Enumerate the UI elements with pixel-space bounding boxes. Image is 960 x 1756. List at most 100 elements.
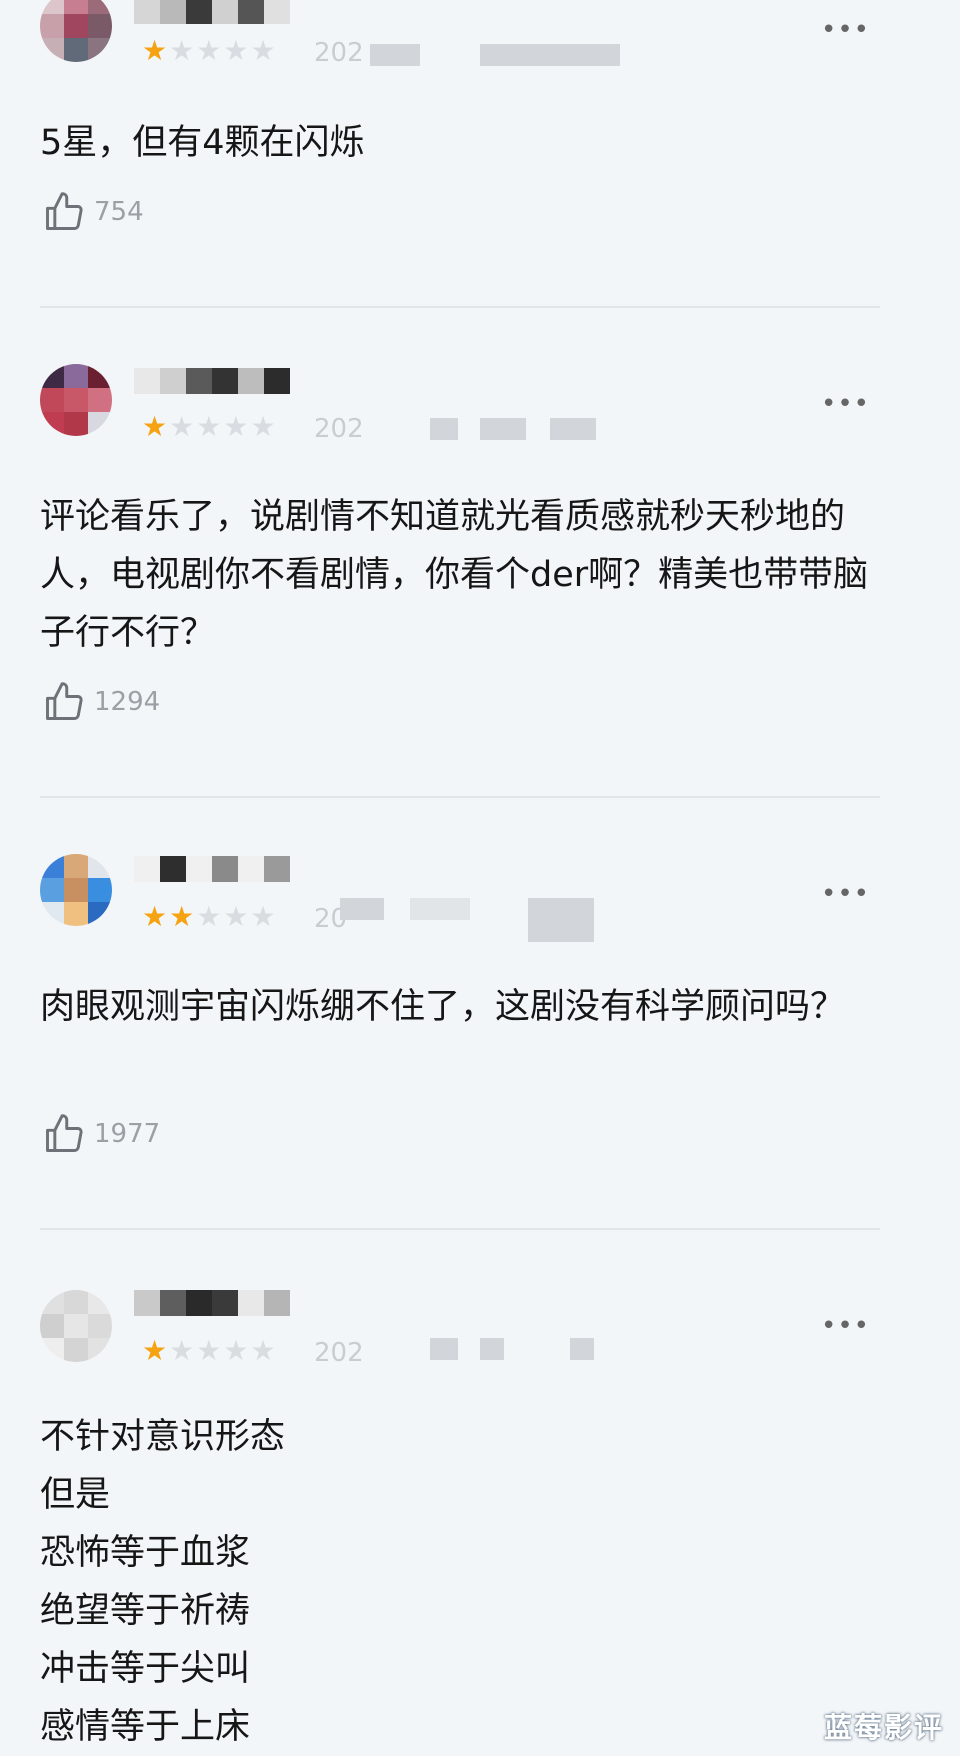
avatar-pixel xyxy=(64,1338,88,1362)
avatar[interactable] xyxy=(40,854,112,926)
avatar-pixel xyxy=(64,878,88,902)
username-mosaic xyxy=(212,856,238,882)
like-count: 754 xyxy=(94,197,144,227)
review-content: 评论看乐了，说剧情不知道就光看质感就秒天秒地的人，电视剧你不看剧情，你看个der… xyxy=(40,497,869,653)
divider xyxy=(40,306,880,308)
avatar-pixel xyxy=(40,854,64,878)
username[interactable] xyxy=(134,856,290,896)
avatar-pixel xyxy=(88,854,112,878)
like-count: 1977 xyxy=(94,1119,161,1149)
username-mosaic xyxy=(212,368,238,394)
like-button[interactable]: 754 xyxy=(42,190,144,234)
avatar-pixel xyxy=(64,412,88,436)
username-mosaic xyxy=(238,1290,264,1316)
username-mosaic xyxy=(238,856,264,882)
avatar-pixel xyxy=(88,902,112,926)
avatar-pixel xyxy=(40,38,64,62)
star-icon: ★ xyxy=(250,900,276,933)
more-options-icon[interactable]: ••• xyxy=(821,391,870,417)
username-mosaic xyxy=(264,0,290,24)
star-icon: ★ xyxy=(169,1334,195,1367)
username-mosaic xyxy=(186,1290,212,1316)
date-blur xyxy=(528,898,594,942)
divider xyxy=(40,1228,880,1230)
thumbs-up-icon xyxy=(46,1114,83,1152)
star-icon: ★ xyxy=(169,34,195,67)
username-mosaic xyxy=(212,1290,238,1316)
star-icon: ★ xyxy=(142,1334,168,1367)
review-content: 肉眼观测宇宙闪烁绷不住了，这剧没有科学顾问吗？ xyxy=(40,987,846,1027)
star-icon: ★ xyxy=(169,900,195,933)
username[interactable] xyxy=(134,0,290,38)
star-icon: ★ xyxy=(250,410,276,443)
avatar-pixel xyxy=(88,0,112,14)
date-blur xyxy=(340,898,384,920)
username-mosaic xyxy=(160,368,186,394)
star-icon: ★ xyxy=(250,34,276,67)
avatar-pixel xyxy=(40,388,64,412)
avatar-pixel xyxy=(88,388,112,412)
more-options-icon[interactable]: ••• xyxy=(821,17,870,43)
username-mosaic xyxy=(160,856,186,882)
more-options-icon[interactable]: ••• xyxy=(821,881,870,907)
username-mosaic xyxy=(186,0,212,24)
avatar-pixel xyxy=(40,878,64,902)
avatar-pixel xyxy=(88,878,112,902)
more-options-icon[interactable]: ••• xyxy=(821,1313,870,1339)
avatar-pixel xyxy=(40,1338,64,1362)
review-date: 202 xyxy=(314,1338,364,1368)
username[interactable] xyxy=(134,1290,290,1330)
star-icon: ★ xyxy=(223,410,249,443)
username-mosaic xyxy=(186,856,212,882)
date-blur xyxy=(480,418,526,440)
date-blur xyxy=(410,898,470,920)
username-mosaic xyxy=(134,0,160,24)
avatar-pixel xyxy=(40,14,64,38)
date-blur xyxy=(430,1338,458,1360)
like-button[interactable]: 1977 xyxy=(42,1112,160,1156)
thumbs-up-icon xyxy=(46,682,83,720)
avatar[interactable] xyxy=(40,364,112,436)
avatar-pixel xyxy=(88,14,112,38)
star-icon: ★ xyxy=(196,410,222,443)
avatar-pixel xyxy=(64,1290,88,1314)
watermark: 蓝莓影评 xyxy=(823,1711,944,1744)
review-content: 5星，但有4颗在闪烁 xyxy=(40,123,365,163)
avatar-pixel xyxy=(64,388,88,412)
avatar-pixel xyxy=(88,1290,112,1314)
star-icon: ★ xyxy=(196,34,222,67)
username[interactable] xyxy=(134,368,290,408)
username-mosaic xyxy=(134,856,160,882)
avatar-pixel xyxy=(64,1314,88,1338)
date-blur xyxy=(550,418,596,440)
avatar-pixel xyxy=(88,1338,112,1362)
avatar-pixel xyxy=(88,38,112,62)
star-icon: ★ xyxy=(196,900,222,933)
avatar-pixel xyxy=(64,0,88,14)
avatar[interactable] xyxy=(40,0,112,62)
avatar-pixel xyxy=(64,14,88,38)
review-date: 202 xyxy=(314,414,364,444)
thumbs-up-icon xyxy=(46,192,83,230)
star-icon: ★ xyxy=(142,410,168,443)
star-rating: ★ ★ ★ ★ ★ xyxy=(142,36,276,66)
avatar-pixel xyxy=(40,412,64,436)
username-mosaic xyxy=(264,856,290,882)
avatar-pixel xyxy=(40,902,64,926)
avatar-pixel xyxy=(40,0,64,14)
avatar-pixel xyxy=(64,364,88,388)
date-blur xyxy=(430,418,458,440)
star-rating: ★ ★ ★ ★ ★ xyxy=(142,412,276,442)
star-icon: ★ xyxy=(196,1334,222,1367)
avatar-pixel xyxy=(64,854,88,878)
avatar-pixel xyxy=(88,1314,112,1338)
star-rating: ★ ★ ★ ★ ★ xyxy=(142,1336,276,1366)
star-icon: ★ xyxy=(142,900,168,933)
star-rating: ★ ★ ★ ★ ★ xyxy=(142,902,276,932)
username-mosaic xyxy=(134,1290,160,1316)
username-mosaic xyxy=(134,368,160,394)
date-blur xyxy=(480,1338,504,1360)
like-button[interactable]: 1294 xyxy=(42,680,160,724)
avatar[interactable] xyxy=(40,1290,112,1362)
avatar-pixel xyxy=(40,1314,64,1338)
